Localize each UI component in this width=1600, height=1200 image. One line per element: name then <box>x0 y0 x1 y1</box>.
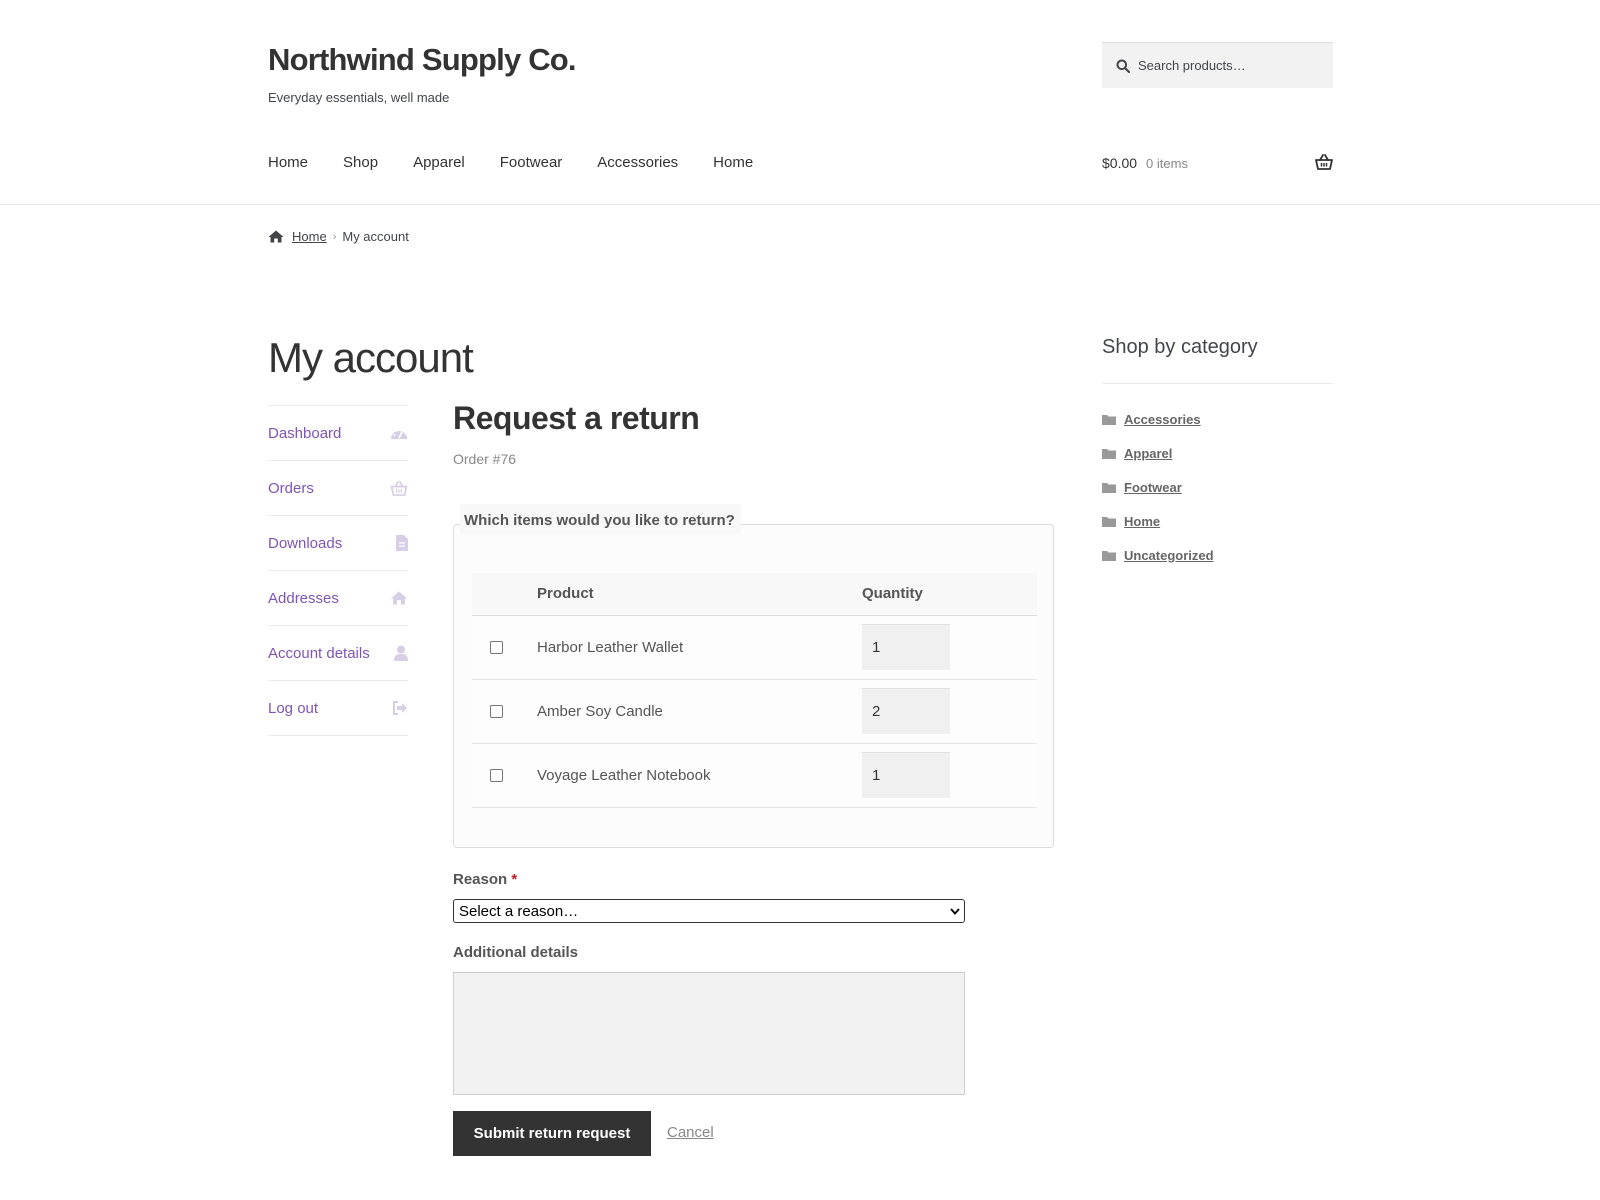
select-column-header <box>472 573 537 615</box>
folder-icon <box>1102 516 1116 527</box>
main-nav: Home Shop Apparel Footwear Accessories H… <box>268 154 788 171</box>
account-nav: Dashboard Orders Downloads Addresses Acc… <box>268 405 408 736</box>
cancel-link[interactable]: Cancel <box>667 1124 714 1141</box>
return-items-table: Product Quantity Harbor Leather Wallet 1… <box>472 573 1037 808</box>
product-name: Amber Soy Candle <box>537 702 663 720</box>
header-cart[interactable]: $0.00 0 items <box>1102 154 1333 171</box>
account-nav-label: Orders <box>268 479 314 497</box>
account-nav-log-out[interactable]: Log out <box>268 681 408 736</box>
basket-icon <box>1315 154 1333 170</box>
cart-count: 0 items <box>1146 155 1188 171</box>
return-heading: Request a return <box>453 400 700 436</box>
breadcrumb: Home › My account <box>268 229 409 244</box>
details-textarea[interactable] <box>453 972 965 1095</box>
quantity-cell: 1 <box>862 743 1037 807</box>
quantity-input[interactable]: 1 <box>862 752 950 798</box>
list-item: Home <box>1102 504 1333 538</box>
quantity-cell: 2 <box>862 679 1037 743</box>
folder-icon <box>1102 550 1116 561</box>
category-link-home[interactable]: Home <box>1124 514 1160 529</box>
return-request-section: Request a return Order #76 <box>453 400 1053 467</box>
breadcrumb-home-link[interactable]: Home <box>292 229 327 244</box>
table-row: Amber Soy Candle 2 <box>472 679 1037 743</box>
quantity-input[interactable]: 1 <box>862 624 950 670</box>
category-link-apparel[interactable]: Apparel <box>1124 446 1172 461</box>
folder-icon <box>1102 448 1116 459</box>
reason-label-text: Reason <box>453 871 508 888</box>
home-icon <box>268 230 284 243</box>
page-title: My account <box>268 334 474 381</box>
folder-icon <box>1102 482 1116 493</box>
site-title[interactable]: Northwind Supply Co. <box>268 42 577 78</box>
category-link-accessories[interactable]: Accessories <box>1124 412 1201 427</box>
site-header: Northwind Supply Co. Everyday essentials… <box>0 0 1600 205</box>
quantity-input[interactable]: 2 <box>862 688 950 734</box>
nav-item-apparel[interactable]: Apparel <box>413 154 465 171</box>
search-icon <box>1116 59 1130 73</box>
breadcrumb-current: My account <box>342 229 409 244</box>
quantity-cell: 1 <box>862 615 1037 679</box>
product-column-header: Product <box>537 585 594 603</box>
product-name: Voyage Leather Notebook <box>537 766 711 784</box>
product-name: Harbor Leather Wallet <box>537 638 684 656</box>
account-nav-addresses[interactable]: Addresses <box>268 571 408 626</box>
quantity-column-header: Quantity <box>862 585 923 603</box>
select-cell <box>472 743 537 807</box>
nav-item-home[interactable]: Home <box>268 154 308 171</box>
chevron-down-icon <box>950 907 960 915</box>
file-icon <box>396 535 408 551</box>
user-icon <box>394 645 408 661</box>
home-icon <box>390 591 408 605</box>
reason-selected-value: Select a reason… <box>459 902 579 920</box>
details-label: Additional details <box>453 944 579 961</box>
return-items-legend: Which items would you like to return? <box>460 504 741 535</box>
list-item: Footwear <box>1102 470 1333 504</box>
site-tagline: Everyday essentials, well made <box>268 90 450 105</box>
nav-item-accessories[interactable]: Accessories <box>597 154 678 171</box>
return-items-fieldset: Which items would you like to return? Pr… <box>453 504 1054 848</box>
return-item-checkbox[interactable] <box>490 641 503 655</box>
account-nav-dashboard[interactable]: Dashboard <box>268 406 408 461</box>
nav-item-shop[interactable]: Shop <box>343 154 378 171</box>
nav-item-home-category[interactable]: Home <box>713 154 753 171</box>
nav-item-footwear[interactable]: Footwear <box>500 154 563 171</box>
category-link-footwear[interactable]: Footwear <box>1124 480 1182 495</box>
category-widget-title: Shop by category <box>1102 336 1333 384</box>
table-row: Harbor Leather Wallet 1 <box>472 615 1037 679</box>
return-item-checkbox[interactable] <box>490 769 503 783</box>
reason-label: Reason * <box>453 871 517 888</box>
account-nav-label: Account details <box>268 644 370 662</box>
cart-amount: $0.00 <box>1102 155 1138 171</box>
account-nav-label: Log out <box>268 699 319 717</box>
order-number: Order #76 <box>453 451 517 467</box>
account-nav-label: Addresses <box>268 589 339 607</box>
required-marker: * <box>511 871 518 888</box>
folder-icon <box>1102 414 1116 425</box>
sidebar: Shop by category Accessories Apparel Foo… <box>1102 336 1333 572</box>
list-item: Apparel <box>1102 436 1333 470</box>
dashboard-icon <box>391 428 407 439</box>
reason-select[interactable]: Select a reason… <box>453 899 965 923</box>
table-row: Voyage Leather Notebook 1 <box>472 743 1037 807</box>
account-nav-orders[interactable]: Orders <box>268 461 408 516</box>
list-item: Accessories <box>1102 402 1333 436</box>
category-list: Accessories Apparel Footwear Home Uncate… <box>1102 402 1333 572</box>
basket-icon <box>390 480 408 496</box>
return-item-checkbox[interactable] <box>490 705 503 719</box>
table-header-row: Product Quantity <box>472 573 1037 615</box>
account-nav-account-details[interactable]: Account details <box>268 626 408 681</box>
breadcrumb-separator-icon: › <box>332 230 337 243</box>
list-item: Uncategorized <box>1102 538 1333 572</box>
account-nav-label: Downloads <box>268 534 343 552</box>
select-cell <box>472 615 537 679</box>
brand: Northwind Supply Co. Everyday essentials… <box>268 42 577 105</box>
category-link-uncategorized[interactable]: Uncategorized <box>1124 548 1214 563</box>
account-nav-downloads[interactable]: Downloads <box>268 516 408 571</box>
search-input[interactable] <box>1138 58 1328 73</box>
select-cell <box>472 679 537 743</box>
account-nav-label: Dashboard <box>268 424 342 442</box>
submit-return-button[interactable]: Submit return request <box>453 1111 651 1156</box>
search-box <box>1102 42 1333 88</box>
sign-out-icon <box>393 701 407 715</box>
